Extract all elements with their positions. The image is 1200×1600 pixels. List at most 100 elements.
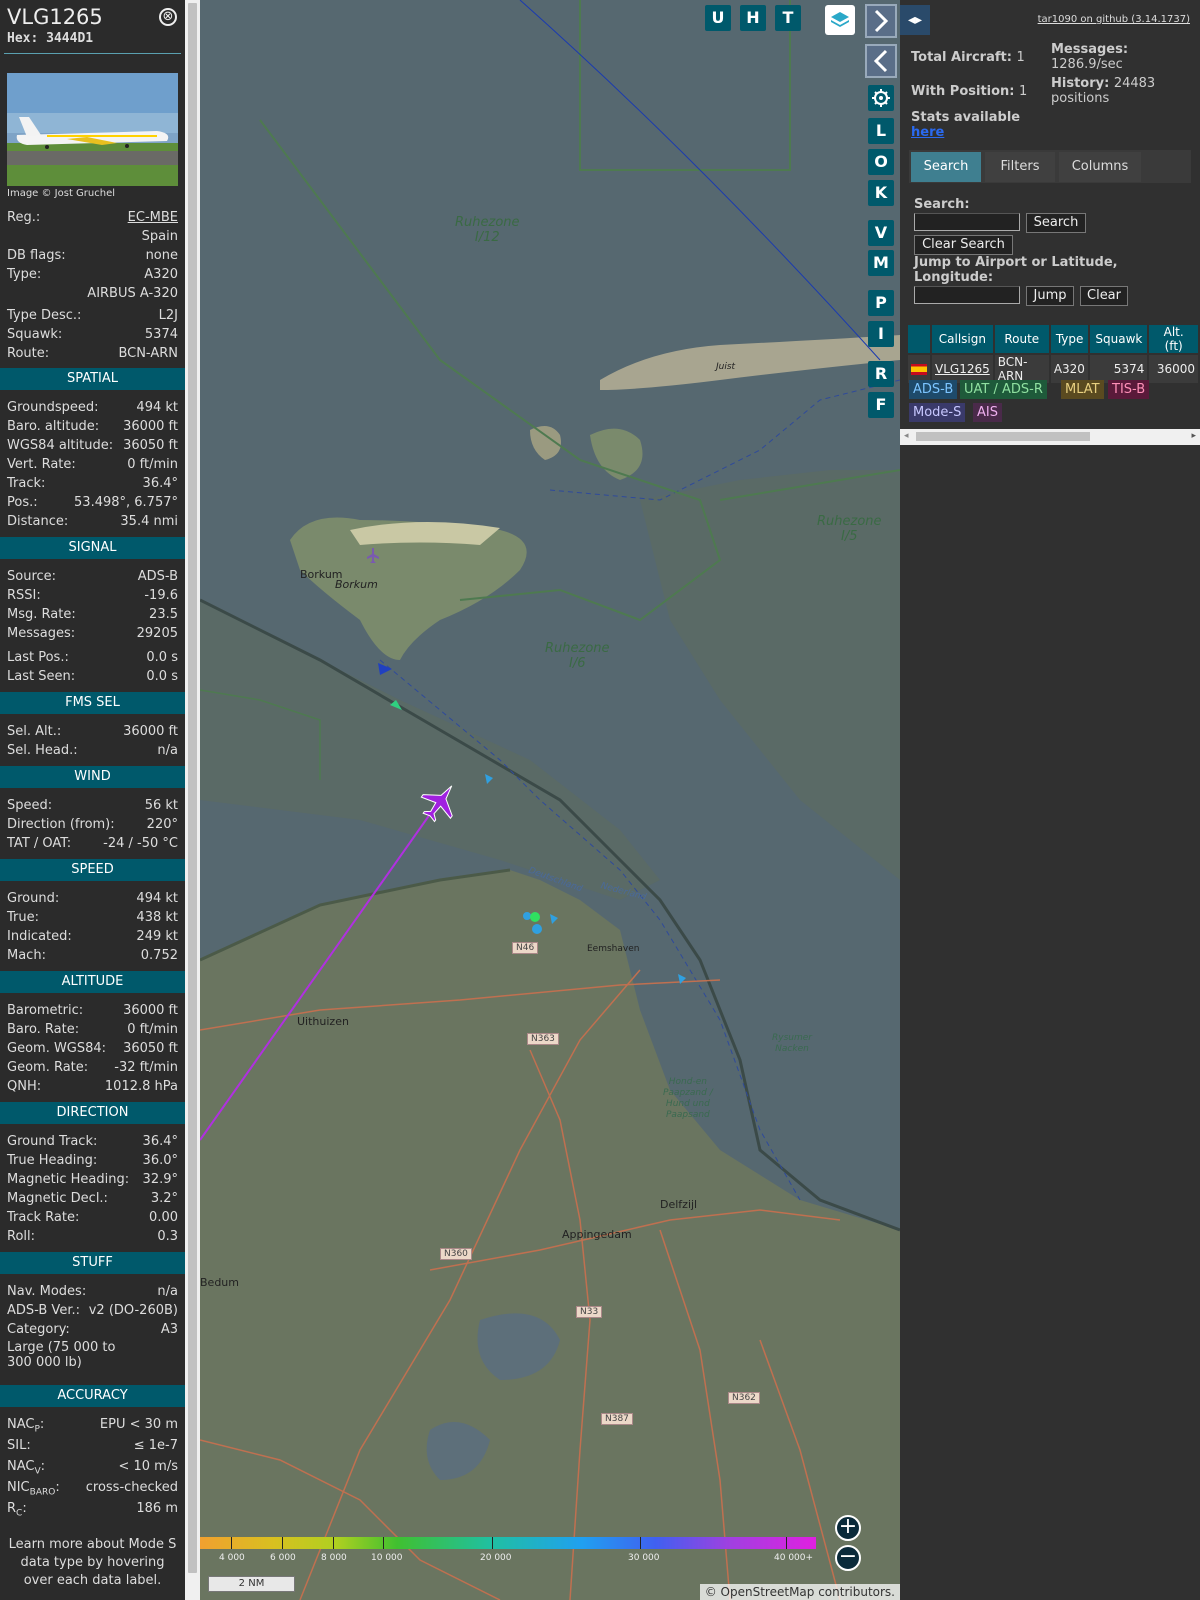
info-key[interactable]: Baro. altitude: — [7, 418, 99, 436]
chevron-left-icon[interactable] — [865, 44, 897, 78]
section-header-direction[interactable]: DIRECTION — [0, 1102, 185, 1124]
side-button-l[interactable]: L — [868, 118, 894, 144]
scrollbar-thumb[interactable] — [916, 432, 1090, 441]
info-key[interactable]: SIL: — [7, 1437, 31, 1460]
info-key[interactable]: RC: — [7, 1500, 27, 1523]
side-button-i[interactable]: I — [868, 321, 894, 347]
info-key[interactable]: Nav. Modes: — [7, 1283, 86, 1301]
info-key[interactable]: NICBARO: — [7, 1479, 60, 1502]
search-button[interactable]: Search — [1026, 213, 1086, 233]
info-key[interactable]: Direction (from): — [7, 816, 115, 834]
info-key[interactable]: NACV: — [7, 1458, 45, 1481]
info-key[interactable]: Last Seen: — [7, 668, 75, 686]
info-key[interactable]: Category: — [7, 1321, 70, 1339]
info-key[interactable]: Mach: — [7, 947, 46, 965]
info-key[interactable]: Barometric: — [7, 1002, 83, 1020]
search-input[interactable] — [914, 213, 1020, 231]
side-button-p[interactable]: P — [868, 290, 894, 316]
clear-search-button[interactable]: Clear Search — [914, 235, 1013, 255]
side-button-r[interactable]: R — [868, 361, 894, 387]
section-header-stuff[interactable]: STUFF — [0, 1252, 185, 1274]
info-key[interactable]: Messages: — [7, 625, 75, 643]
toolbar-button-u[interactable]: U — [705, 5, 731, 31]
chevron-right-icon[interactable] — [865, 4, 897, 38]
column-header-flag[interactable] — [908, 325, 930, 353]
side-button-f[interactable]: F — [868, 392, 894, 418]
info-key[interactable]: QNH: — [7, 1078, 41, 1096]
info-key[interactable]: Sel. Head.: — [7, 742, 78, 760]
info-panel-scrollbar[interactable] — [185, 0, 200, 1600]
info-key[interactable]: Pos.: — [7, 494, 38, 512]
info-row: Last Seen: 0.0 s — [7, 668, 178, 686]
info-key[interactable]: Geom. WGS84: — [7, 1040, 106, 1058]
expand-collapse-icon[interactable]: ◂▸ — [900, 5, 930, 35]
info-key[interactable]: Ground Track: — [7, 1133, 97, 1151]
side-button-o[interactable]: O — [868, 149, 894, 175]
info-row: AIRBUS A-320 — [7, 285, 178, 303]
info-key: Type Desc.: — [7, 308, 82, 323]
info-key[interactable]: Msg. Rate: — [7, 606, 76, 624]
column-header-type[interactable]: Type — [1050, 325, 1089, 353]
jump-button[interactable]: Jump — [1026, 286, 1074, 306]
info-key[interactable]: Baro. Rate: — [7, 1021, 79, 1039]
table-horizontal-scrollbar[interactable]: ◂ ▸ — [900, 429, 1200, 445]
stats-link[interactable]: here — [911, 125, 1020, 140]
side-button-k[interactable]: K — [868, 180, 894, 206]
section-header-accuracy[interactable]: ACCURACY — [0, 1385, 185, 1407]
aircraft-photo[interactable] — [7, 73, 178, 186]
zoom-out-button[interactable]: − — [835, 1545, 861, 1571]
toolbar-button-h[interactable]: H — [740, 5, 766, 31]
section-header-spatial[interactable]: SPATIAL — [0, 368, 185, 390]
close-icon[interactable]: ⊗ — [159, 8, 177, 26]
map-attribution[interactable]: © OpenStreetMap contributors. — [699, 1584, 900, 1600]
tab-columns[interactable]: Columns — [1059, 152, 1141, 182]
info-key[interactable]: Track: — [7, 475, 45, 493]
info-key[interactable]: Geom. Rate: — [7, 1059, 88, 1077]
table-row[interactable]: VLG1265 BCN-ARN A320 5374 36000 — [908, 355, 1198, 383]
info-row: Category: A3 — [7, 1321, 178, 1339]
github-link[interactable]: tar1090 on github (3.14.1737) — [1038, 14, 1190, 25]
settings-button[interactable] — [868, 85, 894, 111]
tab-search[interactable]: Search — [911, 152, 981, 182]
column-header-route[interactable]: Route — [994, 325, 1049, 353]
info-key[interactable]: Ground: — [7, 890, 59, 908]
info-key[interactable]: RSSI: — [7, 587, 41, 605]
info-key[interactable]: True: — [7, 909, 39, 927]
info-key[interactable]: Vert. Rate: — [7, 456, 76, 474]
info-key[interactable]: Roll: — [7, 1228, 35, 1246]
info-key[interactable]: Groundspeed: — [7, 399, 98, 417]
column-header-callsign[interactable]: Callsign — [932, 325, 993, 353]
side-button-m[interactable]: M — [868, 250, 894, 276]
info-key[interactable]: Magnetic Decl.: — [7, 1190, 108, 1208]
layers-button[interactable] — [825, 5, 855, 35]
info-key[interactable]: Indicated: — [7, 928, 72, 946]
section-header-altitude[interactable]: ALTITUDE — [0, 971, 185, 993]
section-header-fms-sel[interactable]: FMS SEL — [0, 692, 185, 714]
column-header-squawk[interactable]: Squawk — [1090, 325, 1148, 353]
info-key[interactable]: Speed: — [7, 797, 52, 815]
info-key[interactable]: Distance: — [7, 513, 68, 531]
clear-button[interactable]: Clear — [1080, 286, 1128, 306]
info-key[interactable]: TAT / OAT: — [7, 835, 71, 853]
info-key[interactable]: ADS-B Ver.: — [7, 1302, 80, 1320]
zoom-in-button[interactable]: + — [835, 1515, 861, 1541]
info-key[interactable]: Magnetic Heading: — [7, 1171, 129, 1189]
section-header-signal[interactable]: SIGNAL — [0, 537, 185, 559]
map-view[interactable]: Ruhezone I/12 Ruhezone I/5 Ruhezone I/6 … — [200, 0, 900, 1600]
tab-filters[interactable]: Filters — [985, 152, 1055, 182]
jump-input[interactable] — [914, 286, 1020, 304]
cell-callsign[interactable]: VLG1265 — [932, 355, 993, 383]
toolbar-button-t[interactable]: T — [775, 5, 801, 31]
side-button-v[interactable]: V — [868, 220, 894, 246]
info-key[interactable]: Last Pos.: — [7, 649, 69, 667]
info-key[interactable]: Sel. Alt.: — [7, 723, 61, 741]
info-key[interactable]: Source: — [7, 568, 56, 586]
column-header-alt-ft[interactable]: Alt. (ft) — [1149, 325, 1198, 353]
section-header-speed[interactable]: SPEED — [0, 859, 185, 881]
info-key[interactable]: NACP: — [7, 1416, 44, 1439]
info-key[interactable]: True Heading: — [7, 1152, 97, 1170]
info-key[interactable]: WGS84 altitude: — [7, 437, 113, 455]
scrollbar-thumb[interactable] — [188, 3, 197, 1573]
info-key[interactable]: Track Rate: — [7, 1209, 79, 1227]
section-header-wind[interactable]: WIND — [0, 766, 185, 788]
